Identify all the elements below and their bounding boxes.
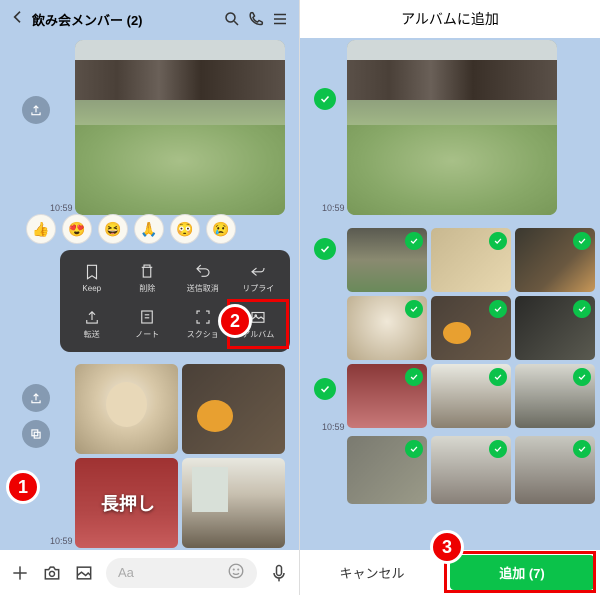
picker-thumb[interactable] (431, 228, 511, 292)
annotation-badge-1: 1 (6, 470, 40, 504)
picker-header: アルバムに追加 (300, 0, 600, 38)
ctx-keep[interactable]: Keep (64, 258, 120, 298)
chat-photo-thumb[interactable] (75, 364, 178, 454)
reaction-hearteyes[interactable]: 😍 (62, 214, 92, 244)
ctx-note[interactable]: ノート (120, 304, 176, 344)
reaction-flushed[interactable]: 😳 (170, 214, 200, 244)
chat-screen: 飲み会メンバー (2) 10:59 👍 😍 😆 🙏 😳 😢 Keep 削除 (0, 0, 300, 595)
camera-icon[interactable] (42, 563, 62, 583)
picker-thumb[interactable] (347, 436, 427, 504)
ctx-unsend[interactable]: 送信取消 (175, 258, 231, 298)
chat-input-bar: Aa (0, 550, 299, 595)
reaction-thumbsup[interactable]: 👍 (26, 214, 56, 244)
thumb-check[interactable] (489, 440, 507, 458)
picker-body: 10:59 10:59 (300, 38, 600, 550)
picker-thumb[interactable] (347, 364, 427, 428)
picker-thumb[interactable] (515, 228, 595, 292)
gallery-icon[interactable] (74, 563, 94, 583)
reaction-laugh[interactable]: 😆 (98, 214, 128, 244)
share-bubble-button[interactable] (22, 96, 50, 124)
add-button[interactable]: 追加 (7) (450, 555, 594, 590)
ctx-label: ノート (135, 329, 159, 340)
ctx-label: 転送 (84, 329, 100, 340)
chat-body: 10:59 👍 😍 😆 🙏 😳 😢 Keep 削除 送信取消 リプライ 転送 ノ… (0, 38, 299, 550)
picker-thumb[interactable] (431, 296, 511, 360)
thumb-check[interactable] (489, 232, 507, 250)
back-button[interactable] (10, 9, 26, 30)
chat-photo-thumb[interactable] (182, 458, 285, 548)
picker-photo-large[interactable] (347, 40, 557, 215)
timestamp: 10:59 (322, 203, 345, 213)
selection-check[interactable] (314, 88, 336, 110)
mic-icon[interactable] (269, 563, 289, 583)
longpress-label: 長押し (101, 490, 155, 516)
ctx-reply[interactable]: リプライ (231, 258, 287, 298)
chat-photo-thumb[interactable] (182, 364, 285, 454)
message-input[interactable]: Aa (106, 558, 257, 588)
annotation-badge-3: 3 (430, 530, 464, 564)
timestamp: 10:59 (50, 203, 73, 213)
search-icon[interactable] (223, 10, 241, 28)
phone-icon[interactable] (247, 10, 265, 28)
thumb-check[interactable] (573, 368, 591, 386)
picker-grid (347, 228, 595, 428)
thumb-check[interactable] (573, 300, 591, 318)
chat-photo-large[interactable] (75, 40, 285, 215)
thumb-check[interactable] (573, 232, 591, 250)
chat-photo-grid: 長押し (75, 364, 285, 548)
emoji-icon[interactable] (227, 562, 245, 583)
timestamp: 10:59 (322, 422, 345, 432)
reaction-bar: 👍 😍 😆 🙏 😳 😢 (26, 214, 236, 244)
ctx-label: リプライ (242, 283, 274, 294)
album-picker-screen: アルバムに追加 10:59 10:59 (300, 0, 600, 595)
ctx-label: 送信取消 (187, 283, 219, 294)
ctx-forward[interactable]: 転送 (64, 304, 120, 344)
reaction-cry[interactable]: 😢 (206, 214, 236, 244)
timestamp: 10:59 (50, 536, 73, 546)
picker-thumb[interactable] (347, 296, 427, 360)
picker-thumb[interactable] (347, 228, 427, 292)
input-placeholder: Aa (118, 565, 134, 580)
cancel-button[interactable]: キャンセル (300, 550, 444, 595)
picker-thumb[interactable] (431, 364, 511, 428)
plus-icon[interactable] (10, 563, 30, 583)
ctx-label: スクショ (187, 329, 219, 340)
picker-thumb[interactable] (515, 436, 595, 504)
chat-header: 飲み会メンバー (2) (0, 0, 299, 38)
picker-title: アルバムに追加 (401, 9, 499, 29)
thumb-check[interactable] (489, 368, 507, 386)
picker-thumb[interactable] (515, 364, 595, 428)
picker-thumb[interactable] (515, 296, 595, 360)
menu-icon[interactable] (271, 10, 289, 28)
picker-thumb[interactable] (431, 436, 511, 504)
thumb-check[interactable] (405, 368, 423, 386)
copy-bubble-button[interactable] (22, 420, 50, 448)
thumb-check[interactable] (405, 440, 423, 458)
ctx-label: Keep (82, 284, 101, 293)
annotation-badge-2: 2 (218, 304, 252, 338)
chat-photo-thumb-longpress[interactable]: 長押し (75, 458, 178, 548)
ctx-delete[interactable]: 削除 (120, 258, 176, 298)
ctx-label: 削除 (139, 283, 155, 294)
thumb-check[interactable] (573, 440, 591, 458)
thumb-check[interactable] (405, 232, 423, 250)
selection-check[interactable] (314, 378, 336, 400)
selection-check[interactable] (314, 238, 336, 260)
chat-title: 飲み会メンバー (2) (32, 10, 217, 29)
thumb-check[interactable] (489, 300, 507, 318)
thumb-check[interactable] (405, 300, 423, 318)
share-bubble-button-2[interactable] (22, 384, 50, 412)
reaction-pray[interactable]: 🙏 (134, 214, 164, 244)
